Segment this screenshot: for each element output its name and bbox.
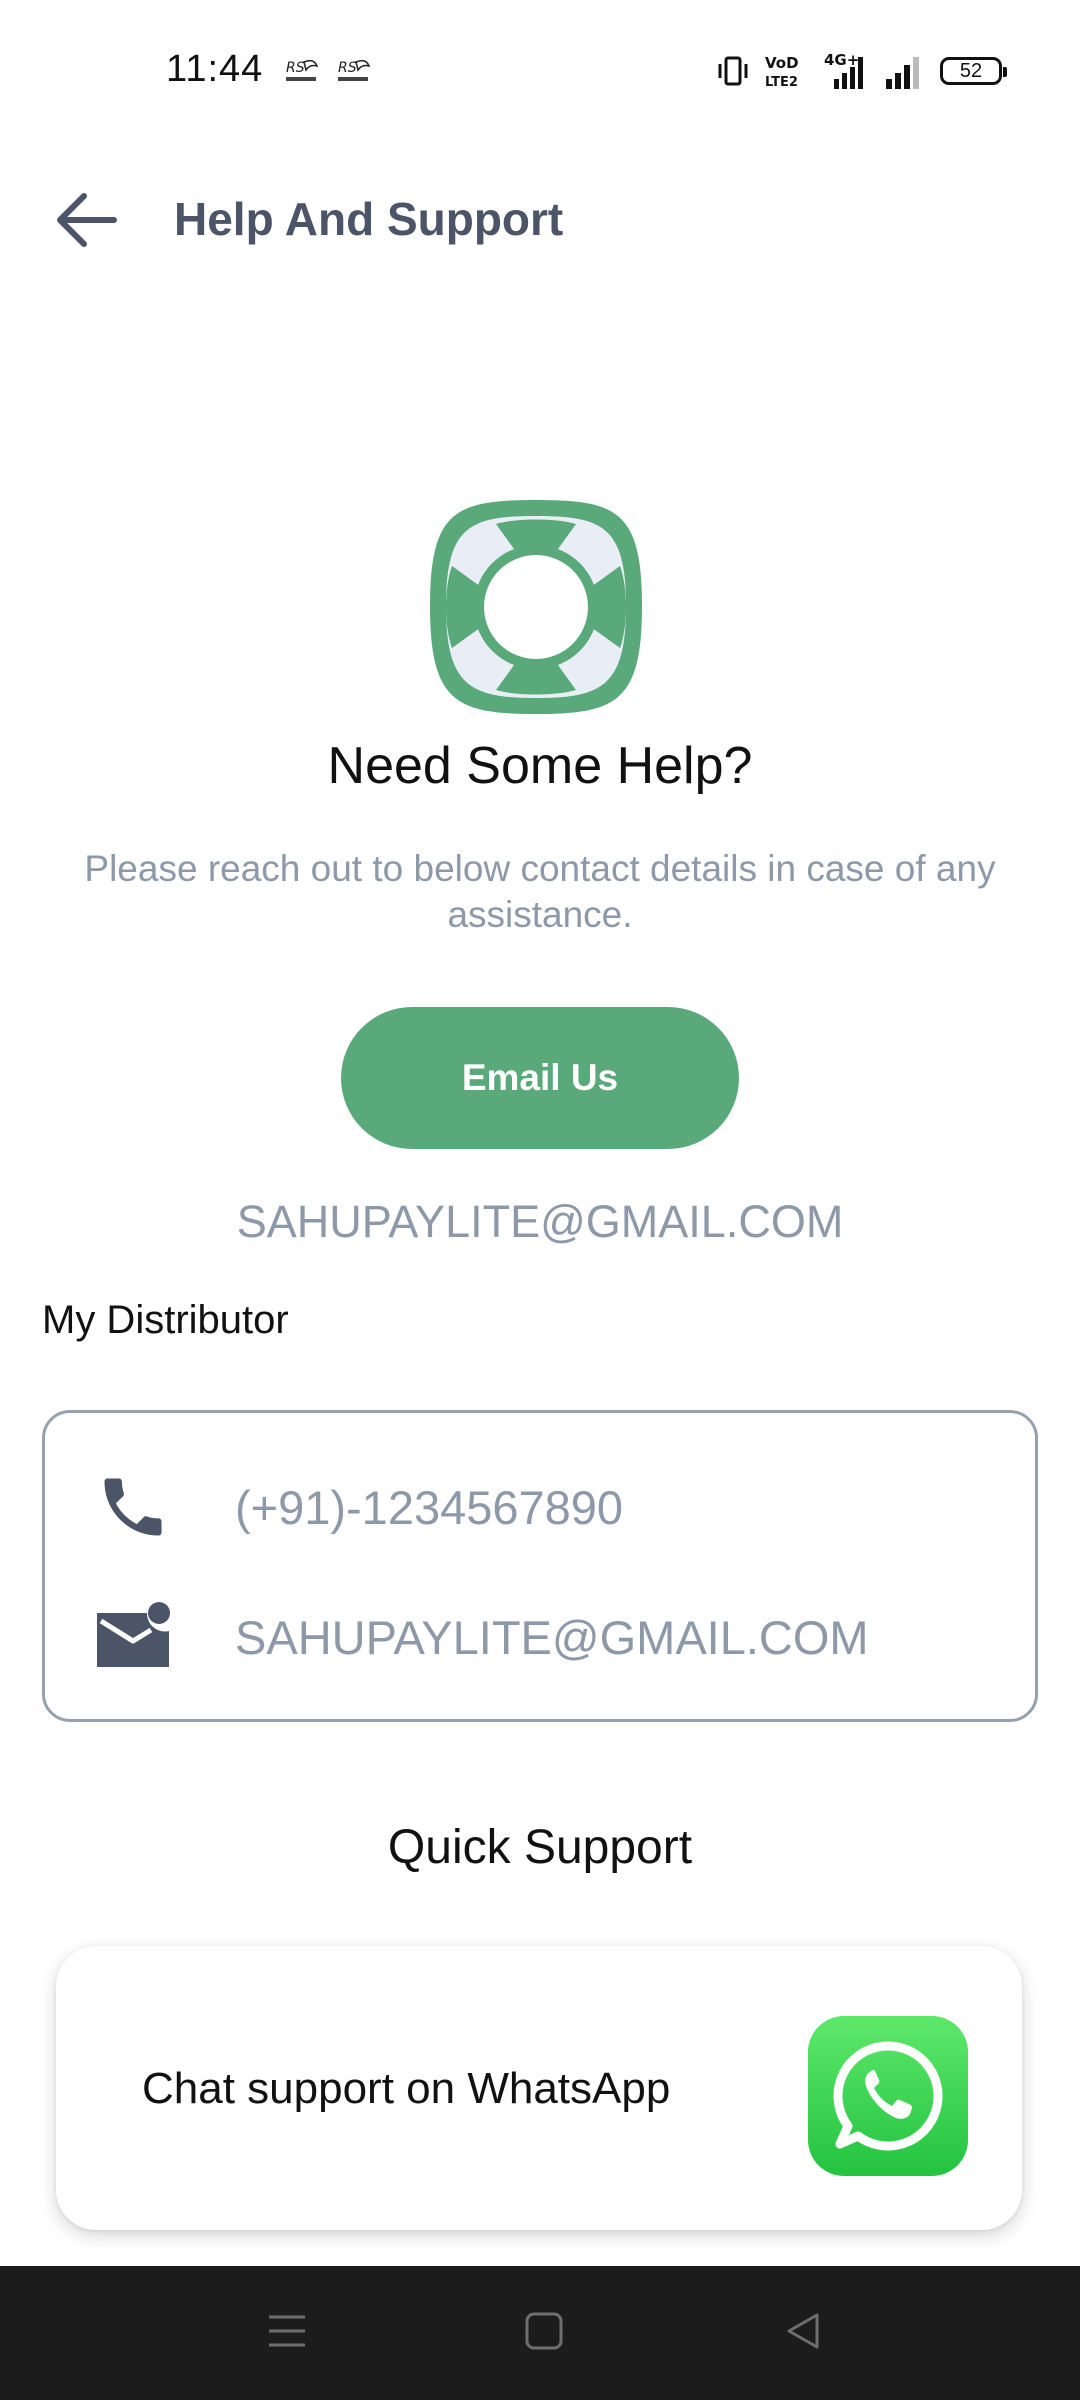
app-bar: Help And Support [0,160,1080,280]
distributor-heading: My Distributor [42,1298,289,1342]
vibrate-icon [718,56,748,86]
support-email-link[interactable]: SAHUPAYLITE@GMAIL.COM [0,1196,1080,1248]
volte-icon: VoD LTE2 [765,54,799,89]
whatsapp-support-card[interactable]: Chat support on WhatsApp [56,1946,1022,2230]
distributor-phone: (+91)-1234567890 [235,1480,624,1534]
system-nav-bar [0,2266,1080,2400]
status-time: 11:44 [166,48,264,90]
arrow-left-icon [57,193,117,247]
distributor-email: SAHUPAYLITE@GMAIL.COM [235,1610,869,1664]
distributor-email-row[interactable]: SAHUPAYLITE@GMAIL.COM [45,1587,1035,1687]
nav-home-button[interactable] [509,2296,579,2366]
mail-notification-icon [93,1597,173,1677]
distributor-phone-row[interactable]: (+91)-1234567890 [45,1457,1035,1557]
home-square-icon [525,2312,563,2350]
lifebuoy-icon [430,500,642,714]
signal-icon [886,57,919,89]
svg-text:RS: RS [286,60,305,76]
notification-app-icon: RS [338,59,371,81]
signal-4g-icon: 4G+ [824,51,863,89]
status-bar: 11:44 RS RS VoD LTE2 4G+ 52 [0,0,1080,140]
help-support-screen: 11:44 RS RS VoD LTE2 4G+ 52 Help And Sup… [0,0,1080,2400]
hero-description: Please reach out to below contact detail… [84,848,996,935]
battery-indicator: 52 [940,57,1007,85]
nav-menu-button[interactable] [252,2296,322,2366]
distributor-card: (+91)-1234567890 SAHUPAYLITE@GMAIL.COM [42,1410,1038,1722]
svg-text:4G+: 4G+ [824,51,859,69]
email-us-button[interactable]: Email Us [341,1007,739,1149]
whatsapp-icon[interactable] [808,2016,968,2176]
back-triangle-icon [787,2313,819,2349]
page-title: Help And Support [174,193,564,245]
svg-text:RS: RS [338,60,357,76]
whatsapp-label: Chat support on WhatsApp [142,2064,671,2113]
svg-text:VoD: VoD [765,54,799,72]
notification-app-icon: RS [286,59,319,81]
menu-icon [269,2315,305,2347]
hero-title: Need Some Help? [327,737,753,795]
svg-text:LTE2: LTE2 [765,75,798,89]
nav-back-button[interactable] [768,2296,838,2366]
quick-support-title: Quick Support [387,1821,693,1874]
phone-icon [93,1467,173,1547]
back-button[interactable] [50,184,122,256]
status-indicators: VoD LTE2 4G+ 52 [716,50,1007,92]
